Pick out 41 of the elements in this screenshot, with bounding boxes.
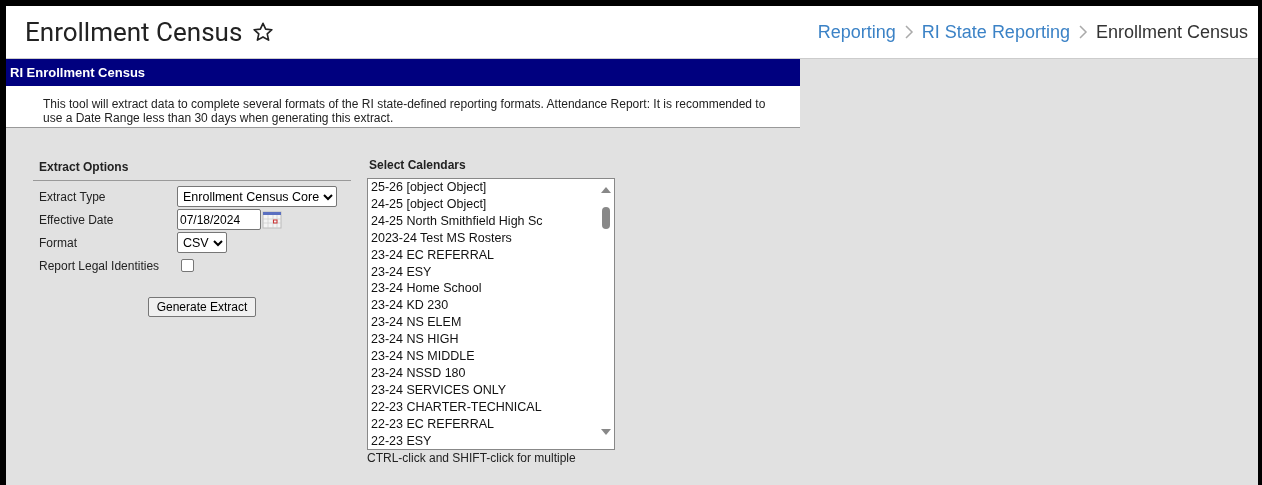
calendar-option[interactable]: 25-26 [object Object] (368, 179, 598, 196)
date-field[interactable]: 07/18/2024 (177, 209, 261, 230)
calendar-option[interactable]: 24-25 North Smithfield High Sc (368, 212, 598, 230)
description-text: This tool will extract data to complete several formats of the RI state-defined reporting formats. Attendance Report: It is recommended to use a Date Range less than 30 days when generating this extract. (42, 96, 767, 127)
dropdown[interactable]: CSV (177, 232, 227, 253)
calendar-option[interactable]: 23-24 EC REFERRAL (368, 246, 598, 264)
breadcrumb-link[interactable]: Reporting (817, 21, 896, 43)
calendar-option[interactable]: 22-23 EC REFERRAL (368, 415, 598, 433)
caret-icon (323, 192, 334, 201)
calendar-option[interactable]: 23-24 SERVICES ONLY (368, 381, 598, 399)
caret-icon (212, 238, 223, 247)
field-label: Report Legal Identities (39, 258, 161, 273)
calendar-option[interactable]: 23-24 ESY (368, 263, 598, 281)
calendar-option[interactable]: 2023-24 Test MS Rosters (368, 229, 598, 247)
calendar-option[interactable]: 23-24 NS ELEM (368, 314, 598, 332)
calendar-icon[interactable] (262, 210, 282, 229)
section-heading: Select Calendars (368, 157, 467, 174)
calendar-option[interactable]: 24-25 [object Object] (368, 195, 598, 213)
generate-extract-button[interactable]: Generate Extract (147, 297, 257, 317)
calendar-option[interactable]: 23-24 NS MIDDLE (368, 348, 598, 365)
calendar-option[interactable]: 23-24 NSSD 180 (368, 364, 598, 382)
dropdown[interactable]: Enrollment Census Core (177, 186, 338, 207)
chevron-icon (1077, 25, 1088, 39)
breadcrumb-current: Enrollment Census (1095, 21, 1248, 43)
page-title: Enrollment Census (25, 17, 243, 47)
hint-text: CTRL-click and SHIFT-click for multiple (367, 450, 577, 465)
calendar-option[interactable]: 22-23 ESY (368, 432, 598, 449)
field-label: Effective Date (39, 212, 115, 227)
calendar-listbox[interactable] (367, 178, 615, 450)
checkbox[interactable] (181, 259, 194, 272)
field-label: Extract Type (39, 189, 107, 204)
star-icon[interactable] (252, 21, 275, 43)
calendar-option[interactable]: 22-23 CHARTER-TECHNICAL (368, 398, 598, 416)
breadcrumb-link[interactable]: RI State Reporting (921, 21, 1070, 43)
calendar-option[interactable]: 23-24 NS HIGH (368, 331, 598, 349)
panel-title-bar: RI Enrollment Census (6, 59, 800, 86)
calendar-option[interactable]: 23-24 Home School (368, 280, 598, 298)
section-heading: Extract Options (33, 154, 351, 181)
field-label: Format (39, 235, 78, 250)
chevron-icon (903, 25, 914, 39)
calendar-option[interactable]: 23-24 KD 230 (368, 297, 598, 315)
